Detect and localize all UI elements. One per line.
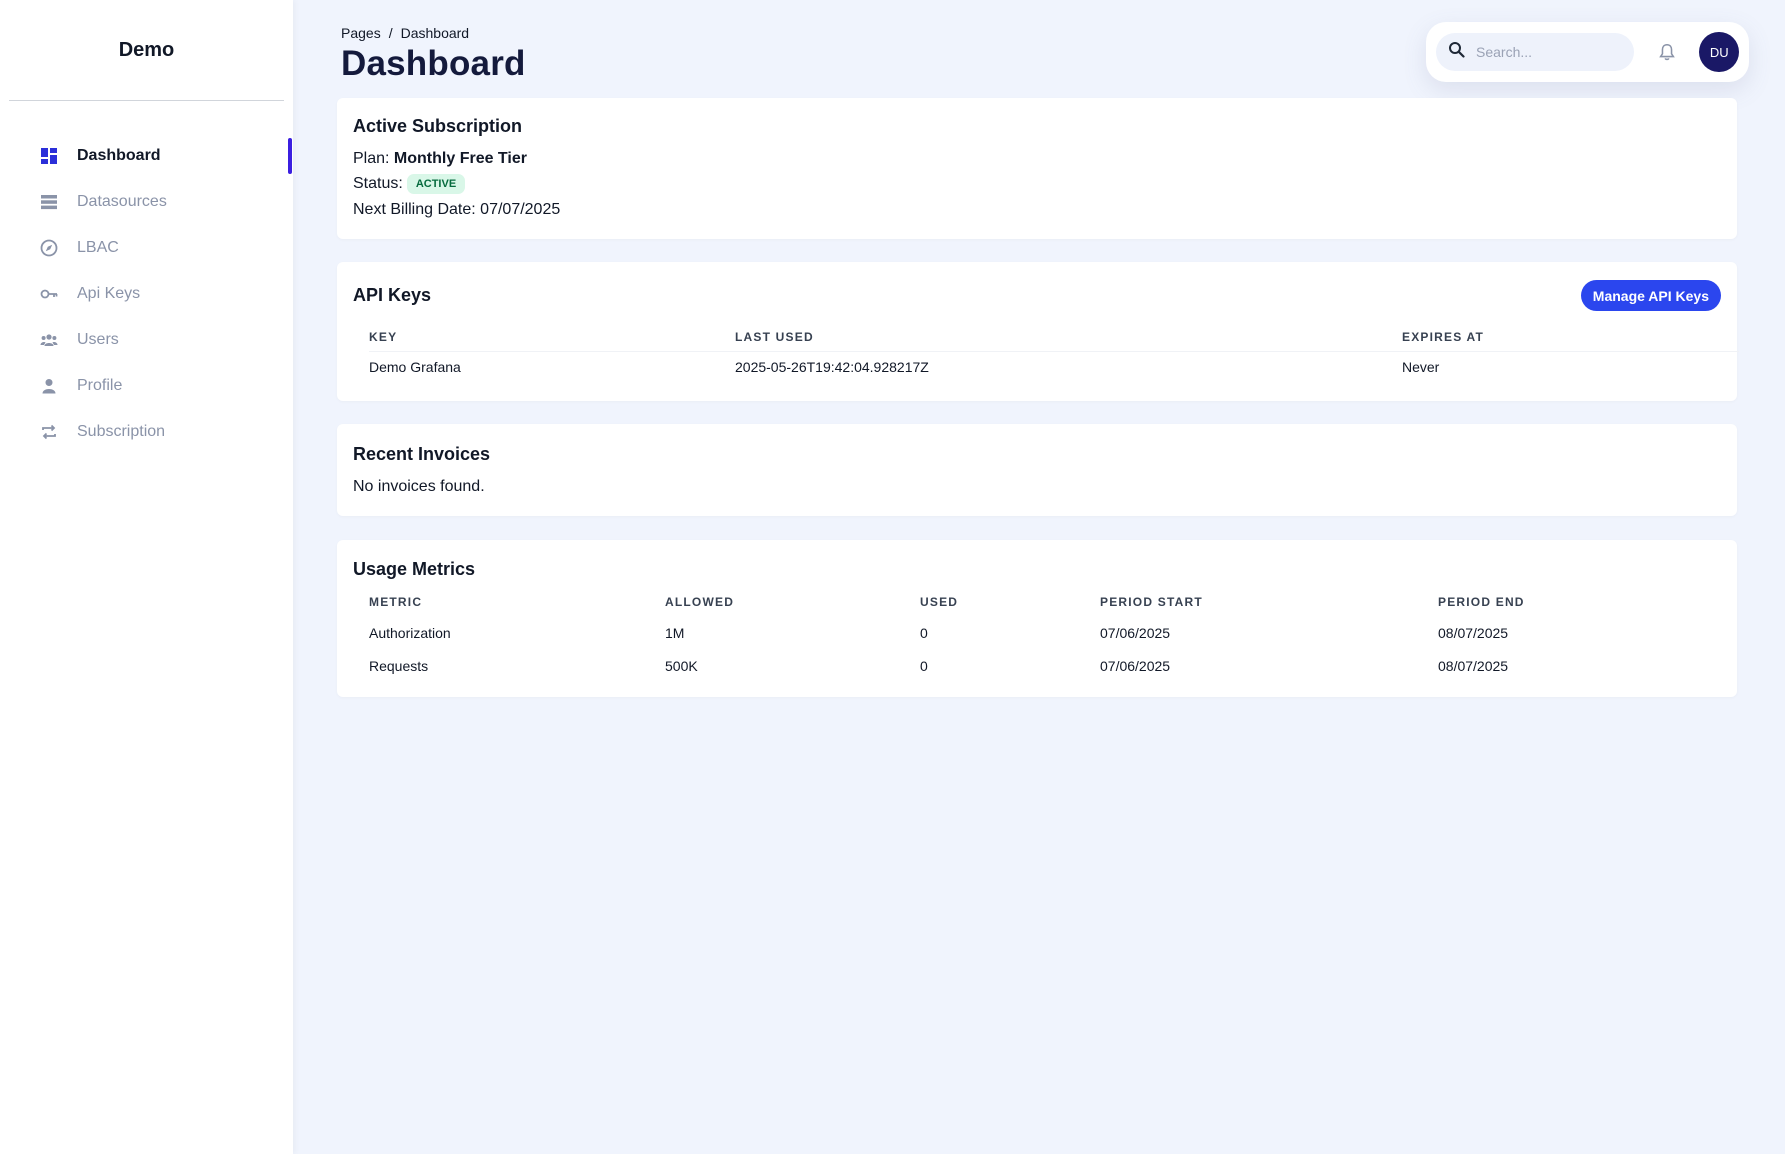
sidebar-item-dashboard[interactable]: Dashboard (0, 133, 293, 179)
column-header: KEY (369, 323, 735, 352)
sidebar-divider (9, 100, 284, 101)
breadcrumb-separator: / (388, 25, 393, 41)
table-cell: 0 (920, 657, 928, 674)
top-toolbar: DU (1426, 22, 1749, 82)
api-keys-table: KEY LAST USED EXPIRES AT Demo Grafana 20… (369, 323, 1739, 383)
sidebar-item-profile[interactable]: Profile (0, 363, 293, 409)
table-header-row: METRIC ALLOWED USED PERIOD START PERIOD … (369, 588, 1739, 616)
sidebar-nav: Dashboard Datasources LBAC Api Keys User… (0, 133, 293, 455)
column-header: ALLOWED (665, 595, 735, 609)
users-icon (40, 331, 58, 349)
table-cell: Demo Grafana (369, 359, 461, 376)
person-icon (40, 377, 58, 395)
sidebar-item-datasources[interactable]: Datasources (0, 179, 293, 225)
table-cell: 08/07/2025 (1438, 657, 1509, 674)
table-header-row: KEY LAST USED EXPIRES AT (369, 323, 1739, 352)
column-header: USED (920, 595, 959, 609)
table-row: Demo Grafana 2025-05-26T19:42:04.928217Z… (369, 351, 1739, 383)
page-title: Dashboard (341, 44, 526, 83)
sidebar-item-label: Users (77, 331, 119, 348)
avatar[interactable]: DU (1699, 32, 1739, 72)
sidebar-item-label: LBAC (77, 239, 119, 256)
subscription-title: Active Subscription (353, 116, 523, 136)
list-icon (40, 193, 58, 211)
api-keys-title: API Keys (353, 285, 432, 305)
status-badge: ACTIVE (406, 174, 466, 194)
key-icon (40, 285, 58, 303)
billing-row: Next Billing Date: 07/07/2025 (353, 201, 560, 219)
table-cell: 07/06/2025 (1100, 657, 1171, 674)
status-label: Status: (353, 175, 403, 192)
search-box[interactable] (1436, 33, 1634, 71)
table-cell: Authorization (369, 624, 451, 641)
table-cell: Requests (369, 657, 429, 674)
sidebar-item-users[interactable]: Users (0, 317, 293, 363)
sidebar-item-label: Subscription (77, 423, 166, 440)
sidebar-item-subscription[interactable]: Subscription (0, 409, 293, 455)
column-header: METRIC (369, 595, 423, 609)
sidebar-item-label: Api Keys (77, 285, 141, 302)
plan-value: Monthly Free Tier (393, 150, 527, 167)
search-icon (1448, 41, 1465, 63)
invoices-card: Recent Invoices No invoices found. (337, 424, 1737, 516)
sidebar: Demo Dashboard Datasources LBAC Api Keys (0, 0, 293, 1154)
invoices-empty-message: No invoices found. (353, 478, 485, 495)
plan-row: Plan: Monthly Free Tier (353, 150, 527, 168)
table-cell: 2025-05-26T19:42:04.928217Z (735, 359, 929, 376)
usage-title: Usage Metrics (353, 559, 476, 579)
brand-title: Demo (118, 38, 175, 61)
column-header: PERIOD END (1438, 595, 1525, 609)
status-row: Status: ACTIVE (353, 174, 466, 194)
bell-icon[interactable] (1656, 41, 1678, 63)
table-cell: 08/07/2025 (1438, 624, 1509, 641)
compass-icon (40, 239, 58, 257)
table-cell: Never (1402, 359, 1440, 376)
usage-table: METRIC ALLOWED USED PERIOD START PERIOD … (369, 588, 1739, 682)
sidebar-item-label: Datasources (77, 193, 167, 210)
plan-label: Plan: (353, 150, 390, 167)
table-cell: 07/06/2025 (1100, 624, 1171, 641)
sidebar-item-label: Dashboard (77, 147, 161, 164)
table-row: Requests 500K 0 07/06/2025 08/07/2025 (369, 649, 1739, 682)
table-cell: 1M (665, 624, 685, 641)
billing-value: 07/07/2025 (480, 201, 561, 218)
manage-api-keys-button[interactable]: Manage API Keys (1580, 280, 1721, 311)
table-row: Authorization 1M 0 07/06/2025 08/07/2025 (369, 616, 1739, 649)
invoices-title: Recent Invoices (353, 444, 491, 464)
repeat-icon (40, 423, 58, 441)
breadcrumb-root[interactable]: Pages (341, 25, 381, 41)
search-input[interactable] (1476, 44, 1626, 60)
sidebar-item-label: Profile (77, 377, 123, 394)
breadcrumb: Pages / Dashboard (341, 25, 469, 41)
column-header: PERIOD START (1100, 595, 1203, 609)
sidebar-item-lbac[interactable]: LBAC (0, 225, 293, 271)
subscription-card: Active Subscription Plan: Monthly Free T… (337, 98, 1737, 239)
table-cell: 0 (920, 624, 928, 641)
sidebar-item-api-keys[interactable]: Api Keys (0, 271, 293, 317)
breadcrumb-current: Dashboard (400, 25, 470, 41)
column-header: LAST USED (735, 323, 1402, 352)
column-header: EXPIRES AT (1402, 323, 1739, 352)
billing-label: Next Billing Date: (353, 201, 476, 218)
dashboard-icon (40, 147, 58, 165)
table-cell: 500K (665, 657, 698, 674)
